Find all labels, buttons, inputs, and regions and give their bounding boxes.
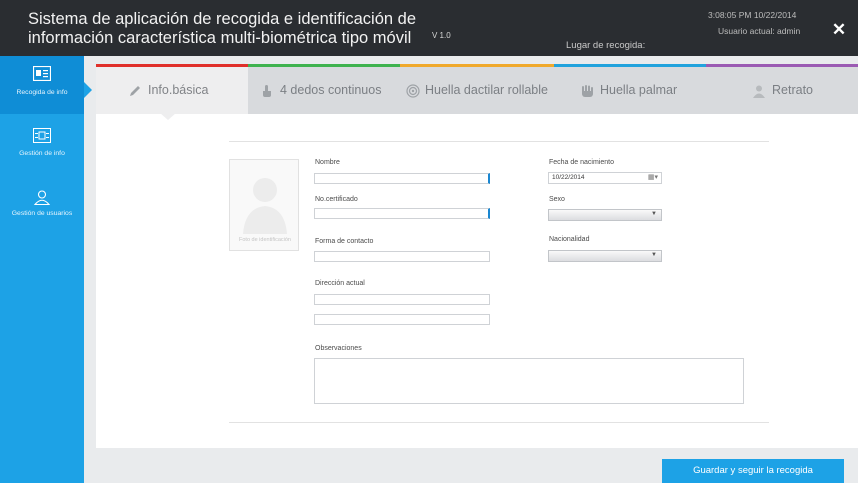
close-icon[interactable]: ✕ <box>832 20 846 39</box>
id-card-icon <box>33 66 51 81</box>
nacionalidad-select[interactable]: ▼ <box>548 250 662 262</box>
photo-caption: Foto de identificación <box>239 237 291 243</box>
tab-label: Info.básica <box>148 83 209 97</box>
observaciones-label: Observaciones <box>315 345 362 352</box>
contacto-label: Forma de contacto <box>315 238 374 245</box>
app-title-line2: información característica multi-biométr… <box>28 29 412 47</box>
chevron-down-icon: ▼ <box>651 252 657 258</box>
tab-label: 4 dedos continuos <box>280 83 382 97</box>
direccion-label: Dirección actual <box>315 280 365 287</box>
tab-info-basica[interactable]: Info.básica <box>96 64 248 114</box>
tab-bar: Info.básica 4 dedos continuos Huella dac… <box>96 64 858 114</box>
nacionalidad-label: Nacionalidad <box>549 236 590 243</box>
location-label: Lugar de recogida: <box>566 40 646 51</box>
sidebar-item-gestion-info[interactable]: Gestión de info <box>0 118 84 176</box>
sexo-label: Sexo <box>549 196 565 203</box>
direccion-field-1[interactable] <box>314 294 490 305</box>
portrait-icon <box>753 85 765 98</box>
direccion-field-2[interactable] <box>314 314 490 325</box>
fecha-date-picker[interactable]: 10/22/2014 ▦▾ <box>548 172 662 184</box>
sidebar-item-label: Recogida de info <box>16 89 68 96</box>
sidebar-selection-arrow <box>84 82 92 98</box>
timestamp: 3:08:05 PM 10/22/2014 <box>708 10 797 20</box>
sidebar: Recogida de info Gestión de info Gestión… <box>0 56 84 483</box>
divider-top <box>229 141 769 142</box>
calendar-icon[interactable]: ▦▾ <box>648 173 658 181</box>
finger-icon <box>263 85 271 97</box>
close-button[interactable]: ✕ <box>828 20 850 42</box>
version-label: V 1.0 <box>432 31 451 40</box>
fecha-label: Fecha de nacimiento <box>549 159 614 166</box>
sidebar-item-label: Gestión de usuarios <box>11 210 73 217</box>
tab-pointer <box>160 113 176 120</box>
app-title-line1: Sistema de aplicación de recogida e iden… <box>28 10 416 28</box>
nombre-label: Nombre <box>315 159 340 166</box>
sexo-select[interactable]: ▼ <box>548 209 662 221</box>
info-card-icon <box>33 128 51 143</box>
title-bar: Sistema de aplicación de recogida e iden… <box>0 0 858 56</box>
certificado-label: No.certificado <box>315 196 358 203</box>
palm-icon <box>582 85 593 97</box>
sidebar-item-label: Gestión de info <box>19 150 65 157</box>
save-continue-button[interactable]: Guardar y seguir la recogida <box>662 459 844 483</box>
contacto-field[interactable] <box>314 251 490 262</box>
current-user: Usuario actual: admin <box>718 26 801 36</box>
chevron-down-icon: ▼ <box>651 211 657 217</box>
tab-huella-palmar[interactable]: Huella palmar <box>554 64 706 114</box>
tab-label: Huella dactilar rollable <box>425 83 548 97</box>
photo-placeholder[interactable]: Foto de identificación <box>229 159 299 251</box>
tab-label: Huella palmar <box>600 83 678 97</box>
user-icon <box>33 190 51 205</box>
sidebar-item-recogida[interactable]: Recogida de info <box>0 56 84 114</box>
photo-silhouette-icon <box>243 178 287 234</box>
divider-bottom <box>229 422 769 423</box>
tab-label: Retrato <box>772 83 813 97</box>
pencil-icon <box>130 86 140 96</box>
tab-huella-rollable[interactable]: Huella dactilar rollable <box>400 64 554 114</box>
fecha-value: 10/22/2014 <box>552 174 585 181</box>
sidebar-item-gestion-usuarios[interactable]: Gestión de usuarios <box>0 180 84 238</box>
certificado-field[interactable] <box>314 208 490 219</box>
tab-4-dedos[interactable]: 4 dedos continuos <box>248 64 400 114</box>
app-title: Sistema de aplicación de recogida e iden… <box>28 10 428 48</box>
observaciones-textarea[interactable] <box>314 358 744 404</box>
fingerprint-icon <box>406 84 420 98</box>
tab-retrato[interactable]: Retrato <box>706 64 858 114</box>
nombre-field[interactable] <box>314 173 490 184</box>
